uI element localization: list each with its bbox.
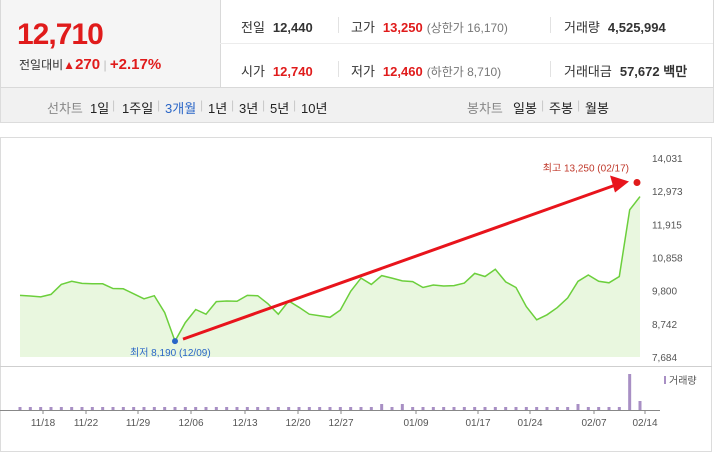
y-tick-label: 10,858 <box>652 254 683 265</box>
volume-bar <box>607 407 611 410</box>
low-marker <box>172 338 178 345</box>
volume-bar <box>28 407 32 410</box>
x-tick-label: 11/18 <box>31 418 56 429</box>
high-annotation: 최고 13,250 (02/17) <box>543 162 629 174</box>
volume-bar <box>628 374 632 410</box>
volume-bar <box>566 407 570 410</box>
volume-bar <box>504 407 508 410</box>
volume-bar <box>132 407 136 410</box>
volume-bar <box>214 407 218 410</box>
volume-bar <box>80 407 84 410</box>
high-marker <box>633 178 641 186</box>
volume-bar <box>235 407 239 410</box>
trend-arrow-head <box>610 175 629 193</box>
volume-bar <box>256 407 260 410</box>
volume-bar <box>276 407 280 410</box>
volume-bar <box>442 407 446 410</box>
volume-bar <box>462 407 466 410</box>
volume-bar <box>287 407 291 410</box>
x-tick-label: 12/20 <box>285 418 310 429</box>
volume-bar <box>411 407 415 410</box>
volume-bar <box>328 407 332 410</box>
volume-bar <box>70 407 74 410</box>
volume-bar <box>297 407 301 410</box>
volume-bar <box>638 401 642 410</box>
volume-bar <box>59 407 63 410</box>
x-tick-label: 02/14 <box>632 418 657 429</box>
volume-bar <box>142 407 146 410</box>
volume-legend-swatch <box>664 376 666 384</box>
volume-bar <box>194 407 198 410</box>
x-tick-label: 11/22 <box>74 418 99 429</box>
price-chart: 14,031 12,973 11,915 10,858 9,800 8,742 7,684 1… <box>0 137 712 452</box>
volume-bar <box>225 407 229 410</box>
price-area <box>20 196 640 357</box>
volume-bar <box>49 407 53 410</box>
volume-bar <box>380 404 384 410</box>
y-tick-label: 14,031 <box>652 154 683 165</box>
volume-bar <box>101 407 105 410</box>
volume-bar <box>39 407 43 410</box>
volume-bar <box>173 407 177 410</box>
volume-bar <box>369 407 373 410</box>
volume-bar <box>390 407 394 410</box>
volume-bar <box>90 407 94 410</box>
volume-bar <box>431 407 435 410</box>
volume-bar <box>18 407 22 410</box>
volume-bar <box>183 407 187 410</box>
y-tick-label: 7,684 <box>652 353 677 364</box>
volume-bar <box>111 407 115 410</box>
y-tick-label: 11,915 <box>652 220 682 231</box>
volume-bar <box>483 407 487 410</box>
x-tick-label: 11/29 <box>126 418 151 429</box>
volume-bar <box>338 407 342 410</box>
volume-bar <box>359 407 363 410</box>
x-tick-label: 01/09 <box>403 418 428 429</box>
low-annotation: 최저 8,190 (12/09) <box>130 347 211 359</box>
volume-bar <box>597 407 601 410</box>
volume-bar <box>514 407 518 410</box>
volume-bar <box>421 407 425 410</box>
x-tick-label: 12/13 <box>232 418 257 429</box>
volume-bar <box>576 404 580 410</box>
volume-bar <box>524 407 528 410</box>
volume-bar <box>204 407 208 410</box>
volume-bar <box>586 407 590 410</box>
volume-bar <box>400 404 404 410</box>
x-tick-label: 02/07 <box>581 418 606 429</box>
volume-bar <box>318 407 322 410</box>
volume-bar <box>545 407 549 410</box>
volume-bar <box>121 407 125 410</box>
x-tick-label: 12/06 <box>178 418 203 429</box>
y-tick-label: 9,800 <box>652 287 677 298</box>
volume-bar <box>266 407 270 410</box>
y-tick-label: 8,742 <box>652 320 677 331</box>
volume-bar <box>152 407 156 410</box>
volume-bar <box>473 407 477 410</box>
volume-bar <box>349 407 353 410</box>
volume-legend-label: 거래량 <box>669 375 697 387</box>
x-tick-label: 01/17 <box>465 418 490 429</box>
y-tick-label: 12,973 <box>652 187 683 198</box>
volume-bar <box>617 407 621 410</box>
x-tick-label: 12/27 <box>328 418 353 429</box>
x-tick-label: 01/24 <box>517 418 542 429</box>
volume-bar <box>555 407 559 410</box>
volume-bar <box>535 407 539 410</box>
volume-bar <box>245 407 249 410</box>
volume-bar <box>452 407 456 410</box>
volume-bar <box>307 407 311 410</box>
volume-bar <box>493 407 497 410</box>
volume-bar <box>163 407 167 410</box>
